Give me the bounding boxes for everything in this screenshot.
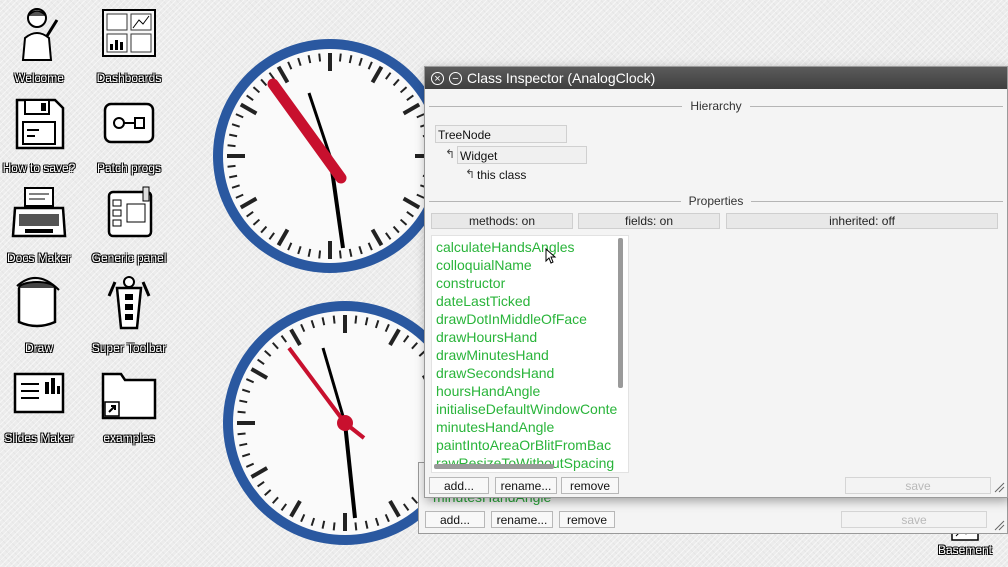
desktop-icon-label: Generic panel (91, 251, 167, 265)
folder-shortcut-icon (101, 372, 157, 420)
resize-handle-icon[interactable] (993, 481, 1005, 493)
clock-face (213, 39, 447, 273)
desktop-icon-draw[interactable]: Draw (0, 274, 84, 357)
method-list-item[interactable]: drawHoursHand (432, 328, 628, 346)
method-list-item[interactable]: paintIntoAreaOrBlitFromBac (432, 436, 628, 454)
slides-maker-icon (13, 372, 65, 414)
floppy-disk-icon (15, 98, 65, 150)
resize-handle-icon[interactable] (993, 519, 1005, 531)
super-toolbar-icon (107, 276, 151, 330)
desktop-icon-docs-maker[interactable]: Docs Maker (0, 184, 84, 267)
desktop-icon-generic-panel[interactable]: Generic panel (84, 184, 174, 267)
method-list-item[interactable]: hoursHandAngle (432, 382, 628, 400)
hierarchy-item-widget[interactable]: Widget (457, 146, 587, 164)
tree-branch-icon: ↰ (445, 147, 456, 161)
method-list-item[interactable]: calculateHandsAngles (432, 238, 628, 256)
desktop-icon-dashboards[interactable]: Dashboards (84, 4, 174, 87)
method-list-item[interactable]: constructor (432, 274, 628, 292)
hierarchy-item-this-class[interactable]: this class (477, 168, 526, 182)
typewriter-icon (11, 187, 67, 238)
back-save-button[interactable]: save (841, 511, 987, 528)
properties-section-header: Properties (429, 194, 1003, 208)
desktop-icon-super-toolbar[interactable]: Super Toolbar (84, 274, 174, 357)
horizontal-scrollbar[interactable] (434, 464, 554, 469)
mouse-cursor-icon (545, 248, 557, 264)
method-list-item[interactable]: minutesHandAngle (432, 418, 628, 436)
hierarchy-label: Hierarchy (690, 99, 742, 113)
fields-toggle[interactable]: fields: on (578, 213, 720, 229)
method-list-item[interactable]: rawResizeToWithoutSpacing (432, 454, 628, 472)
methods-toggle[interactable]: methods: on (431, 213, 573, 229)
desktop-icon-welcome[interactable]: Welcome (0, 4, 84, 87)
back-add-button[interactable]: add... (425, 511, 485, 528)
method-list-item[interactable]: drawSecondsHand (432, 364, 628, 382)
inherited-toggle[interactable]: inherited: off (726, 213, 998, 229)
method-list-item[interactable]: colloquialName (432, 256, 628, 274)
save-button[interactable]: save (845, 477, 991, 494)
window-title: Class Inspector (AnalogClock) (467, 70, 656, 86)
dashboards-icon (102, 9, 156, 57)
desktop-icon-label: Basement (937, 543, 993, 557)
welcome-person-icon (21, 8, 59, 61)
methods-list-content: calculateHandsAngles colloquialName constr… (432, 236, 628, 472)
vertical-scrollbar[interactable] (618, 238, 623, 388)
class-inspector-window[interactable]: × − Class Inspector (AnalogClock) Hierar… (424, 66, 1008, 498)
back-rename-button[interactable]: rename... (491, 511, 553, 528)
desktop-icon-label: Slides Maker (4, 431, 74, 445)
tree-branch-icon: ↰ (465, 167, 476, 181)
remove-button[interactable]: remove (561, 477, 619, 494)
rename-button[interactable]: rename... (495, 477, 557, 494)
desktop-icon-label: Super Toolbar (91, 341, 167, 355)
back-remove-button[interactable]: remove (559, 511, 615, 528)
desktop-icon-slides-maker[interactable]: Slides Maker (0, 364, 84, 447)
generic-panel-icon (107, 186, 153, 238)
method-list-item[interactable]: drawDotInMiddleOfFace (432, 310, 628, 328)
method-list-item[interactable]: dateLastTicked (432, 292, 628, 310)
desktop-icon-examples[interactable]: examples (84, 364, 174, 447)
add-button[interactable]: add... (429, 477, 489, 494)
hierarchy-item-treenode[interactable]: TreeNode (435, 125, 567, 143)
desktop-icon-patch-progs[interactable]: Patch progs (84, 94, 174, 177)
hierarchy-section-header: Hierarchy (429, 99, 1003, 113)
desktop-icon-how-to-save[interactable]: How to save? (0, 94, 84, 177)
desktop-icon-label: Patch progs (96, 161, 162, 175)
desktop-icon-label: Draw (24, 341, 53, 355)
paint-bucket-icon (16, 277, 60, 328)
desktop-icon-label: examples (103, 431, 155, 445)
patch-program-icon (103, 102, 155, 144)
desktop-icon-label: Dashboards (96, 71, 162, 85)
close-icon[interactable]: × (431, 71, 444, 85)
methods-list[interactable]: calculateHandsAngles colloquialName constr… (431, 235, 629, 473)
method-list-item[interactable]: drawMinutesHand (432, 346, 628, 364)
desktop-icon-label: How to save? (2, 161, 76, 175)
method-list-item[interactable]: initialiseDefaultWindowConte (432, 400, 628, 418)
collapse-icon[interactable]: − (449, 71, 462, 85)
desktop-icon-label: Welcome (14, 71, 64, 85)
analog-clock-top[interactable] (205, 38, 455, 278)
window-titlebar[interactable]: × − Class Inspector (AnalogClock) (425, 67, 1007, 89)
desktop-icon-label: Docs Maker (6, 251, 71, 265)
properties-label: Properties (688, 194, 744, 208)
